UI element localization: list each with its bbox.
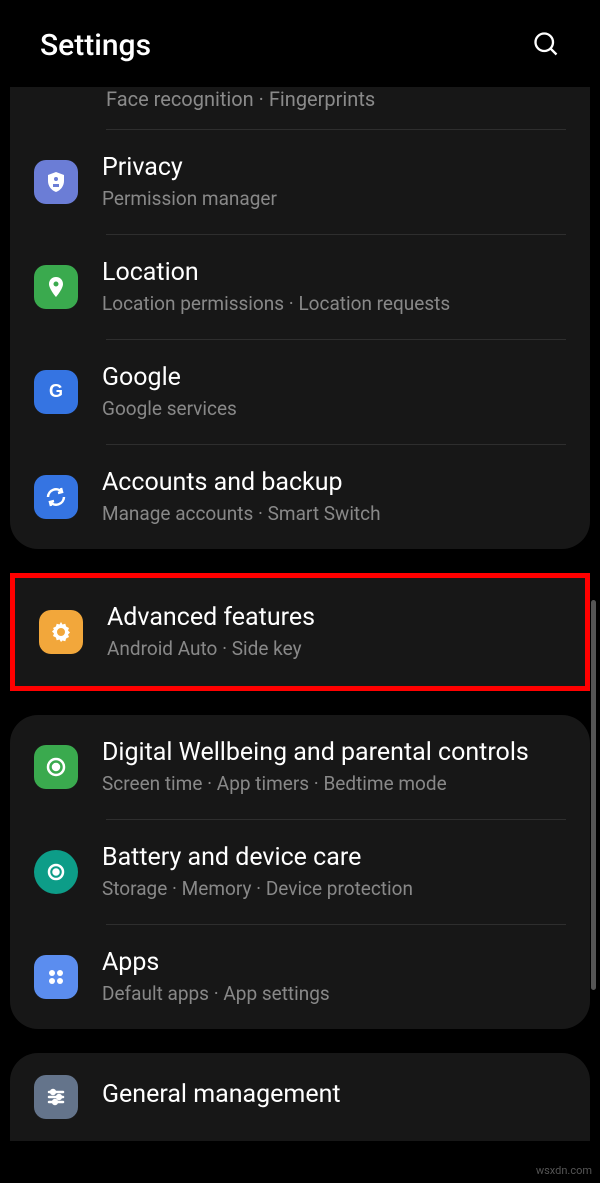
item-title: Apps xyxy=(102,947,566,978)
item-text: Advanced features Android Auto · Side ke… xyxy=(107,602,561,662)
settings-item-apps[interactable]: Apps Default apps · App settings xyxy=(10,925,590,1029)
google-icon: G xyxy=(34,370,78,414)
settings-group-1: Face recognition · Fingerprints Privacy … xyxy=(10,87,590,549)
item-title: Google xyxy=(102,362,566,393)
scrollbar[interactable] xyxy=(591,600,596,990)
item-text: Location Location permissions · Location… xyxy=(102,257,566,317)
settings-group-advanced-highlighted: Advanced features Android Auto · Side ke… xyxy=(10,573,590,691)
item-title: General management xyxy=(102,1079,566,1110)
apps-icon xyxy=(34,955,78,999)
settings-item-general[interactable]: General management xyxy=(10,1053,590,1141)
item-text: Battery and device care Storage · Memory… xyxy=(102,842,566,902)
page-title: Settings xyxy=(40,28,151,63)
item-subtitle: Location permissions · Location requests xyxy=(102,292,566,317)
settings-item-location[interactable]: Location Location permissions · Location… xyxy=(10,235,590,339)
item-text: Digital Wellbeing and parental controls … xyxy=(102,737,566,797)
settings-item-accounts[interactable]: Accounts and backup Manage accounts · Sm… xyxy=(10,445,590,549)
item-subtitle: Storage · Memory · Device protection xyxy=(102,877,566,902)
settings-item-google[interactable]: G Google Google services xyxy=(10,340,590,444)
item-title: Digital Wellbeing and parental controls xyxy=(102,737,566,768)
cutoff-subtitle: Face recognition · Fingerprints xyxy=(10,87,590,129)
item-title: Advanced features xyxy=(107,602,561,633)
item-subtitle: Android Auto · Side key xyxy=(107,637,561,662)
settings-item-wellbeing[interactable]: Digital Wellbeing and parental controls … xyxy=(10,715,590,819)
item-text: Google Google services xyxy=(102,362,566,422)
search-icon[interactable] xyxy=(532,30,560,62)
item-subtitle: Screen time · App timers · Bedtime mode xyxy=(102,772,566,797)
svg-text:G: G xyxy=(49,381,63,401)
item-subtitle: Google services xyxy=(102,397,566,422)
settings-group-3: Digital Wellbeing and parental controls … xyxy=(10,715,590,1029)
item-title: Location xyxy=(102,257,566,288)
sync-icon xyxy=(34,475,78,519)
settings-item-advanced[interactable]: Advanced features Android Auto · Side ke… xyxy=(15,578,585,686)
settings-item-privacy[interactable]: Privacy Permission manager xyxy=(10,130,590,234)
item-title: Privacy xyxy=(102,152,566,183)
wellbeing-icon xyxy=(34,745,78,789)
watermark: wsxdn.com xyxy=(536,1164,592,1177)
item-text: Accounts and backup Manage accounts · Sm… xyxy=(102,467,566,527)
item-text: Apps Default apps · App settings xyxy=(102,947,566,1007)
sliders-icon xyxy=(34,1075,78,1119)
item-text: Privacy Permission manager xyxy=(102,152,566,212)
gear-icon xyxy=(39,610,83,654)
settings-group-4: General management xyxy=(10,1053,590,1141)
privacy-icon xyxy=(34,160,78,204)
item-subtitle: Manage accounts · Smart Switch xyxy=(102,502,566,527)
header: Settings xyxy=(0,0,600,87)
item-text: General management xyxy=(102,1079,566,1114)
device-care-icon xyxy=(34,850,78,894)
settings-item-battery[interactable]: Battery and device care Storage · Memory… xyxy=(10,820,590,924)
item-subtitle: Permission manager xyxy=(102,187,566,212)
location-icon xyxy=(34,265,78,309)
item-title: Battery and device care xyxy=(102,842,566,873)
item-subtitle: Default apps · App settings xyxy=(102,982,566,1007)
item-title: Accounts and backup xyxy=(102,467,566,498)
